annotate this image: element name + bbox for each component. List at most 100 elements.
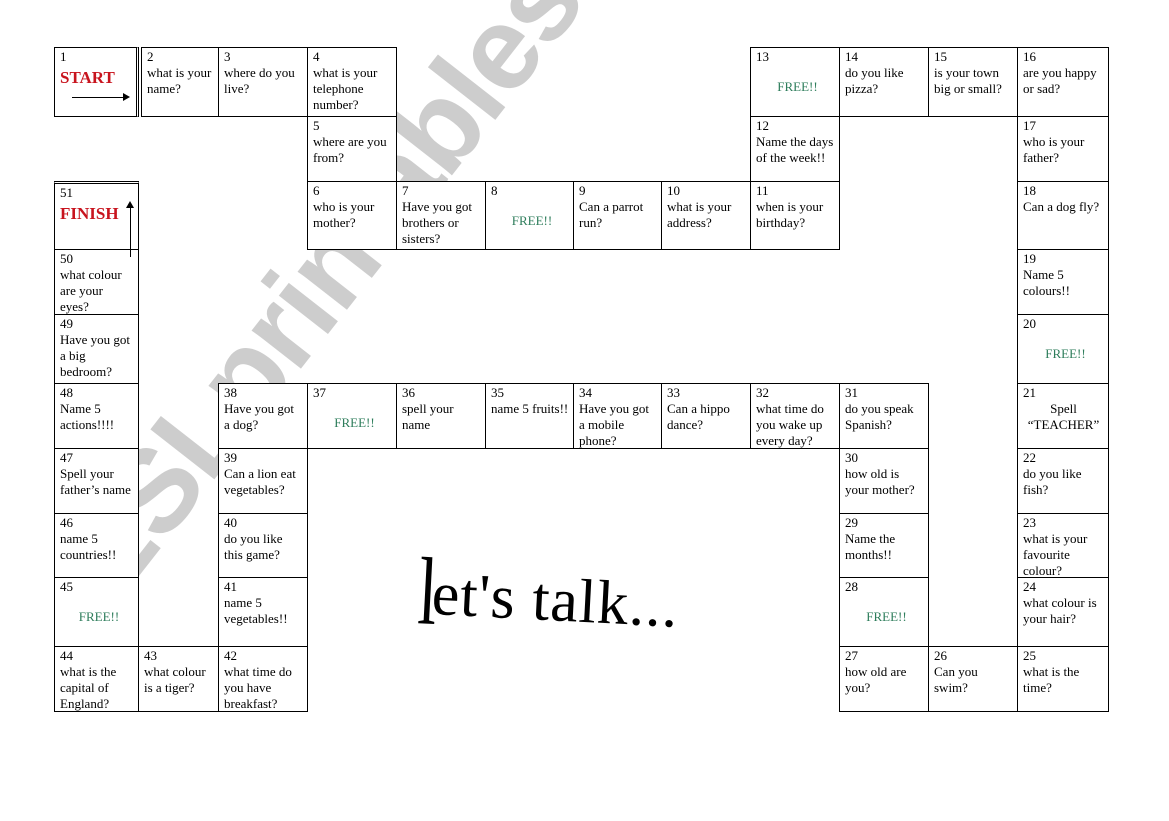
board-square-45: 45 FREE!! [54,577,139,647]
board-square-9: 9 Can a parrot run? [573,181,662,250]
square-question: are you happy or sad? [1023,65,1097,96]
square-number: 49 [60,316,73,331]
square-question: what colour is a tiger? [144,664,206,695]
square-question: what is the time? [1023,664,1080,695]
square-question: Can you swim? [934,664,978,695]
board-square-23: 23 what is your favourite colour? [1017,513,1109,578]
square-question: name 5 countries!! [60,531,117,562]
square-number: 31 [845,385,858,400]
start-arrow-icon [72,93,130,101]
square-question: Name 5 actions!!!! [60,401,115,432]
square-number: 15 [934,49,947,64]
square-number: 30 [845,450,858,465]
free-label: FREE!! [511,213,553,228]
square-number: 47 [60,450,73,465]
square-number: 10 [667,183,680,198]
square-question: Have you got a big bedroom? [60,332,131,379]
square-number: 50 [60,251,73,266]
square-number: 26 [934,648,947,663]
square-question: what is the capital of England? [60,664,117,711]
square-question: do you like fish? [1023,466,1082,497]
square-question: what time do you have breakfast? [224,664,292,711]
square-number: 23 [1023,515,1036,530]
board-square-2: 2 what is your name? [141,47,219,117]
square-question: Have you got a mobile phone? [579,401,650,448]
board-square-1: 1 START [54,47,139,117]
board-square-31: 31 do you speak Spanish? [839,383,929,449]
finish-label: FINISH [60,204,119,223]
board-square-43: 43 what colour is a tiger? [138,646,219,712]
square-number: 6 [313,183,320,198]
board-square-39: 39 Can a lion eat vegetables? [218,448,308,514]
square-question: what is your favourite colour? [1023,531,1088,578]
square-number: 17 [1023,118,1036,133]
square-number: 14 [845,49,858,64]
square-question: where are you from? [313,134,387,165]
board-square-20: 20 FREE!! [1017,314,1109,384]
board-square-34: 34 Have you got a mobile phone? [573,383,662,449]
board-square-26: 26 Can you swim? [928,646,1018,712]
square-number: 22 [1023,450,1036,465]
square-number: 51 [60,185,73,200]
square-number: 24 [1023,579,1036,594]
square-question: do you speak Spanish? [845,401,914,432]
board-square-24: 24 what colour is your hair? [1017,577,1109,647]
square-number: 3 [224,49,231,64]
square-number: 12 [756,118,769,133]
free-label: FREE!! [78,609,120,624]
square-question: what is your telephone number? [313,65,378,112]
free-label: FREE!! [866,609,907,624]
board-square-12: 12 Name the days of the week!! [750,116,840,182]
square-question: Name the days of the week!! [756,134,834,165]
board-square-6: 6 who is your mother? [307,181,397,250]
square-question: Can a dog fly? [1023,199,1100,214]
square-number: 41 [224,579,237,594]
board-square-48: 48 Name 5 actions!!!! [54,383,139,449]
board-square-38: 38 Have you got a dog? [218,383,308,449]
square-question: Name the months!! [845,531,896,562]
square-number: 38 [224,385,237,400]
square-number: 39 [224,450,237,465]
board-square-10: 10 what is your address? [661,181,751,250]
square-question: how old are you? [845,664,907,695]
board-square-46: 46 name 5 countries!! [54,513,139,578]
square-number: 11 [756,183,769,198]
square-number: 2 [147,49,154,64]
square-number: 40 [224,515,237,530]
board-square-30: 30 how old is your mother? [839,448,929,514]
board-title: let's talk... [412,525,682,650]
free-label: FREE!! [334,415,375,430]
board-square-36: 36 spell your name [396,383,486,449]
square-number: 7 [402,183,409,198]
square-question: Can a hippo dance? [667,401,730,432]
square-number: 44 [60,648,73,663]
square-number: 4 [313,49,320,64]
square-question: is your town big or small? [934,65,1002,96]
square-question: who is your mother? [313,199,375,230]
square-number: 29 [845,515,858,530]
square-number: 13 [756,49,769,64]
square-number: 45 [60,579,73,594]
square-number: 42 [224,648,237,663]
square-number: 46 [60,515,73,530]
square-question: Have you got brothers or sisters? [402,199,473,246]
board-square-42: 42 what time do you have breakfast? [218,646,308,712]
square-number: 27 [845,648,858,663]
board-square-29: 29 Name the months!! [839,513,929,578]
board-square-21: 21 Spell “TEACHER” [1017,383,1109,449]
square-number: 5 [313,118,320,133]
square-question: how old is your mother? [845,466,915,497]
square-number: 25 [1023,648,1036,663]
start-label: START [60,68,115,87]
square-question: Have you got a dog? [224,401,295,432]
board-square-44: 44 what is the capital of England? [54,646,139,712]
board-square-51: 51 FINISH [54,181,139,250]
square-question: who is your father? [1023,134,1085,165]
square-number: 19 [1023,251,1036,266]
square-question: Spell “TEACHER” [1027,401,1100,432]
square-number: 37 [313,385,326,400]
square-question: do you like pizza? [845,65,904,96]
square-question: Spell your father’s name [60,466,131,497]
board-square-17: 17 who is your father? [1017,116,1109,182]
board-square-50: 50 what colour are your eyes? [54,249,139,315]
